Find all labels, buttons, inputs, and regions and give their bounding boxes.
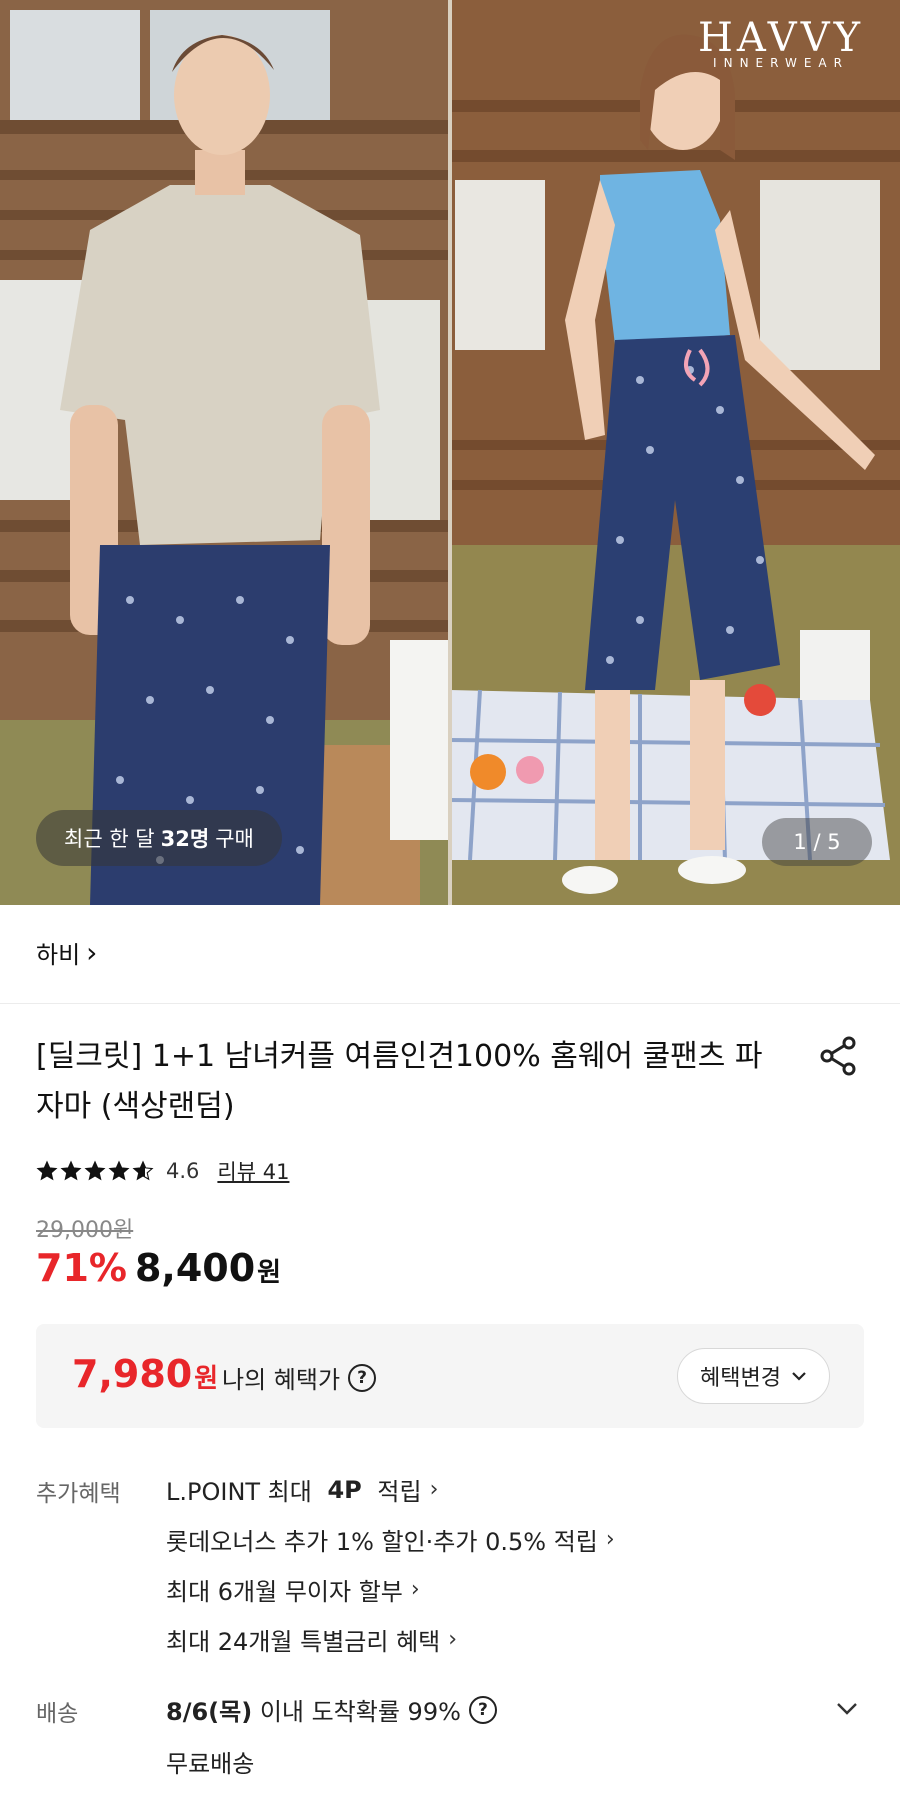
recent-purchase-count: 32명 — [160, 827, 210, 851]
extra-benefit-text: 최대 24개월 특별금리 혜택 — [166, 1628, 441, 1656]
price-row: 71% 8,400 원 — [36, 1246, 281, 1290]
shipping-eta: 8/6(목) 이내 도착확률 99% ? — [166, 1692, 497, 1727]
extra-benefit-item[interactable]: 최대 6개월 무이자 할부 › — [166, 1572, 420, 1607]
change-benefit-label: 혜택변경 — [700, 1366, 781, 1391]
discount-rate: 71% — [36, 1246, 127, 1290]
product-image-carousel[interactable]: HAVVY INNERWEAR 최근 한 달 32명 구매 1 / 5 — [0, 0, 900, 905]
extra-benefit-text: L.POINT 최대 — [166, 1478, 320, 1506]
shipping-help-icon[interactable]: ? — [468, 1695, 497, 1724]
recent-purchase-suffix: 구매 — [215, 827, 254, 851]
star-icon — [108, 1160, 130, 1181]
rating-value: 4.6 — [166, 1159, 200, 1183]
chevron-down-icon[interactable] — [832, 1694, 862, 1724]
star-icon — [60, 1160, 82, 1181]
product-photo — [0, 0, 900, 905]
extra-benefit-item[interactable]: 최대 24개월 특별금리 혜택 › — [166, 1622, 457, 1657]
chevron-right-icon: › — [429, 1477, 439, 1502]
extra-benefits-label: 추가혜택 — [36, 1481, 121, 1507]
star-icon — [132, 1160, 154, 1181]
recent-purchase-badge: 최근 한 달 32명 구매 — [36, 810, 282, 866]
star-icon — [36, 1160, 58, 1181]
my-benefit-box: 7,980 원 나의 혜택가 ? 혜택변경 — [36, 1324, 864, 1428]
sale-price: 8,400 — [134, 1246, 256, 1290]
benefit-price: 7,980 원 — [72, 1352, 218, 1396]
store-name: 하비 — [36, 941, 81, 969]
extra-benefit-item[interactable]: L.POINT 최대 4P 적립 › — [166, 1472, 438, 1507]
benefit-price-unit: 원 — [194, 1364, 219, 1394]
shipping-text: 이내 도착확률 99% — [252, 1698, 461, 1726]
extra-benefit-text: 최대 6개월 무이자 할부 — [166, 1578, 403, 1606]
review-link[interactable]: 리뷰 41 — [217, 1156, 289, 1186]
brand-logo-sub: INNERWEAR — [713, 56, 849, 70]
extra-benefit-text-post: 적립 — [369, 1478, 422, 1506]
brand-logo-name: HAVVY — [698, 15, 864, 61]
benefit-label-text: 나의 혜택가 — [222, 1366, 341, 1394]
benefit-price-value: 7,980 — [72, 1352, 193, 1396]
chevron-right-icon: › — [605, 1527, 615, 1552]
sale-price-unit: 원 — [257, 1258, 282, 1288]
chevron-right-icon: › — [86, 935, 98, 969]
star-icon — [84, 1160, 106, 1181]
brand-logo: HAVVY INNERWEAR — [698, 18, 864, 70]
extra-benefit-bold: 4P — [327, 1475, 362, 1504]
original-price: 29,000원 — [36, 1218, 134, 1243]
shipping-label: 배송 — [36, 1701, 79, 1727]
extra-benefit-text: 롯데오너스 추가 1% 할인·추가 0.5% 적립 — [166, 1528, 598, 1556]
benefit-label: 나의 혜택가 ? — [222, 1360, 377, 1395]
image-page-counter: 1 / 5 — [762, 818, 872, 866]
rating-row: 4.6 리뷰 41 — [36, 1156, 289, 1186]
chevron-right-icon: › — [448, 1627, 458, 1652]
section-divider — [0, 1003, 900, 1004]
change-benefit-button[interactable]: 혜택변경 — [677, 1348, 830, 1404]
chevron-down-icon — [792, 1372, 806, 1381]
extra-benefit-item[interactable]: 롯데오너스 추가 1% 할인·추가 0.5% 적립 › — [166, 1522, 615, 1557]
free-shipping: 무료배송 — [166, 1750, 255, 1778]
recent-purchase-prefix: 최근 한 달 — [64, 827, 155, 851]
product-title: [딜크릿] 1+1 남녀커플 여름인견100% 홈웨어 쿨팬츠 파자마 (색상랜… — [36, 1039, 763, 1124]
share-icon[interactable] — [816, 1034, 860, 1078]
help-icon[interactable]: ? — [348, 1363, 377, 1392]
chevron-right-icon: › — [410, 1577, 420, 1602]
rating-stars — [36, 1160, 154, 1182]
store-link[interactable]: 하비 › — [36, 935, 97, 970]
shipping-date: 8/6(목) — [166, 1698, 253, 1726]
